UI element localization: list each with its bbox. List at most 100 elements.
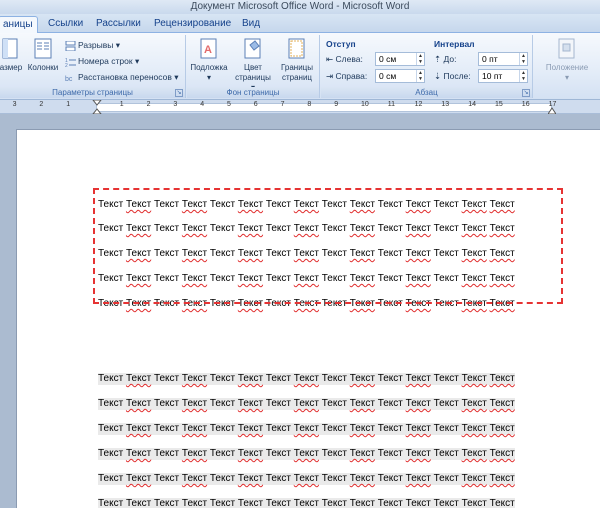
paragraph-word: Текст <box>377 398 403 409</box>
indent-marker-icon[interactable] <box>92 100 102 114</box>
indent-right-label: ⇥ Справа: <box>326 69 367 83</box>
paragraph-word: Текст <box>265 423 291 434</box>
paragraph-word: Текст <box>433 373 459 384</box>
paragraph-word: Текст <box>98 473 124 484</box>
page-borders-icon <box>288 38 305 59</box>
paragraph-word: Текст <box>125 448 152 459</box>
spacing-before-input[interactable]: 0 пт ▲ ▼ <box>478 52 528 66</box>
paragraph-word: Текст <box>461 373 487 384</box>
paragraph-word: Текст <box>489 398 515 409</box>
document-page[interactable]: Текст Текст Текст Текст Текст Текст Текс… <box>16 129 600 508</box>
paragraph-word: Текст <box>181 373 208 384</box>
paragraph-word: Текст <box>321 448 347 459</box>
group-label-page-setup: Параметры страницы <box>0 87 185 98</box>
line-numbers-label: Номера строк <box>78 56 133 66</box>
tab-view[interactable]: Вид <box>238 16 264 33</box>
indent-right-input[interactable]: 0 см ▲ ▼ <box>375 69 425 83</box>
paragraph-word: Текст <box>181 448 208 459</box>
tab-review[interactable]: Рецензирование <box>150 16 235 33</box>
paragraph-word: Текст <box>237 423 264 434</box>
spinner-arrows-icon[interactable]: ▲ ▼ <box>519 70 527 82</box>
tab-label: Рассылки <box>96 18 141 29</box>
spacing-before-icon: ⇡ <box>434 54 442 64</box>
breaks-icon <box>65 40 76 51</box>
tab-references[interactable]: Ссылки <box>44 16 87 33</box>
line-numbers-icon: 12 <box>65 58 76 67</box>
paragraph-word: Текст <box>153 398 180 409</box>
paragraph-word: Текст <box>237 398 264 409</box>
group-arrange: Положение ▾ <box>534 35 600 98</box>
ruler-number: 3 <box>12 101 17 108</box>
paragraph-word: Текст <box>125 498 152 508</box>
paragraph-word: Текст <box>349 498 375 508</box>
paragraph-word: Текст <box>321 473 347 484</box>
paragraph-word: Текст <box>209 398 236 409</box>
paragraph-word: Текст <box>433 398 459 409</box>
paragraph[interactable]: Текст Текст Текст Текст Текст Текст Текс… <box>98 498 515 508</box>
paragraph[interactable]: Текст Текст Текст Текст Текст Текст Текс… <box>98 398 515 410</box>
watermark-button[interactable]: A Подложка ▾ <box>189 37 229 83</box>
paragraph-word: Текст <box>489 448 515 459</box>
ruler-number: 12 <box>414 101 423 108</box>
ruler-number: 8 <box>307 101 312 108</box>
columns-icon <box>34 38 52 59</box>
paragraph-dialog-launcher[interactable]: ↘ <box>522 89 530 97</box>
position-button[interactable]: Положение ▾ <box>540 37 594 83</box>
paragraph-word: Текст <box>237 448 264 459</box>
paragraph[interactable]: Текст Текст Текст Текст Текст Текст Текс… <box>98 448 515 460</box>
indent-left-label: ⇤ Слева: <box>326 52 363 66</box>
indent-right-icon: ⇥ <box>326 71 334 81</box>
hyphenation-button[interactable]: bc Расстановка переносов ▾ <box>65 70 179 84</box>
breaks-button[interactable]: Разрывы ▾ <box>65 38 120 52</box>
indent-left-input[interactable]: 0 см ▲ ▼ <box>375 52 425 66</box>
line-numbers-button[interactable]: 1 2 Номера строк ▾ <box>65 54 139 68</box>
columns-button[interactable]: Колонки <box>26 37 60 73</box>
dropdown-arrow-icon: ▾ <box>206 73 211 82</box>
paragraph-word: Текст <box>125 398 152 409</box>
page-setup-dialog-launcher[interactable]: ↘ <box>175 89 183 97</box>
spacing-after-label: ⇣ После: <box>434 69 471 83</box>
window-title: Документ Microsoft Office Word - Microso… <box>190 1 410 12</box>
paragraph-word: Текст <box>153 373 180 384</box>
group-page-setup: азмер Колонки Разрывы ▾ 1 2 Номера строк ▾… <box>0 35 186 98</box>
spinner-arrows-icon[interactable]: ▲ ▼ <box>416 70 424 82</box>
paragraph[interactable]: Текст Текст Текст Текст Текст Текст Текс… <box>98 423 515 435</box>
paragraph-word: Текст <box>293 498 319 508</box>
paragraph-word: Текст <box>98 498 124 508</box>
ribbon: азмер Колонки Разрывы ▾ 1 2 Номера строк ▾… <box>0 33 600 100</box>
paragraph-word: Текст <box>293 373 319 384</box>
spinner-arrows-icon[interactable]: ▲ ▼ <box>519 53 527 65</box>
horizontal-ruler[interactable]: 3 2 1 1 2 3 4 5 6 7 8 9 10 11 12 13 14 15 16 17 <box>0 100 600 114</box>
paragraph-word: Текст <box>293 398 319 409</box>
breaks-label: Разрывы <box>78 40 114 50</box>
paragraph-word: Текст <box>461 473 487 484</box>
paragraph-word: Текст <box>98 448 124 459</box>
right-indent-marker-icon[interactable] <box>548 105 556 114</box>
ruler-number: 11 <box>387 101 396 108</box>
indent-right-value: 0 см <box>379 71 397 81</box>
page-color-button[interactable]: Цветстраницы ▾ <box>233 37 273 93</box>
tab-page-layout[interactable]: аницы <box>0 16 38 33</box>
hyphenation-label: Расстановка переносов <box>78 72 172 82</box>
page-borders-button[interactable]: Границы страниц <box>277 37 317 83</box>
window-title-bar: Документ Microsoft Office Word - Microso… <box>0 0 600 14</box>
ruler-number: 3 <box>173 101 178 108</box>
spinner-arrows-icon[interactable]: ▲ ▼ <box>416 53 424 65</box>
spacing-after-input[interactable]: 10 пт ▲ ▼ <box>478 69 528 83</box>
paragraph-word: Текст <box>209 373 236 384</box>
paragraph-word: Текст <box>265 373 291 384</box>
indent-right-text: Справа: <box>335 71 368 81</box>
paragraph-word: Текст <box>181 473 208 484</box>
paragraph[interactable]: Текст Текст Текст Текст Текст Текст Текс… <box>98 473 515 485</box>
paragraph-word: Текст <box>321 498 347 508</box>
paragraph-word: Текст <box>489 498 515 508</box>
paragraph[interactable]: Текст Текст Текст Текст Текст Текст Текс… <box>98 373 515 385</box>
indent-left-value: 0 см <box>379 54 397 64</box>
page-color-icon <box>244 38 261 59</box>
paragraph-word: Текст <box>265 473 291 484</box>
paragraph-word: Текст <box>377 473 403 484</box>
size-button[interactable]: азмер <box>0 37 24 73</box>
paragraph-word: Текст <box>377 423 403 434</box>
page-color-label-1: Цвет <box>244 63 262 72</box>
tab-mailings[interactable]: Рассылки <box>92 16 145 33</box>
